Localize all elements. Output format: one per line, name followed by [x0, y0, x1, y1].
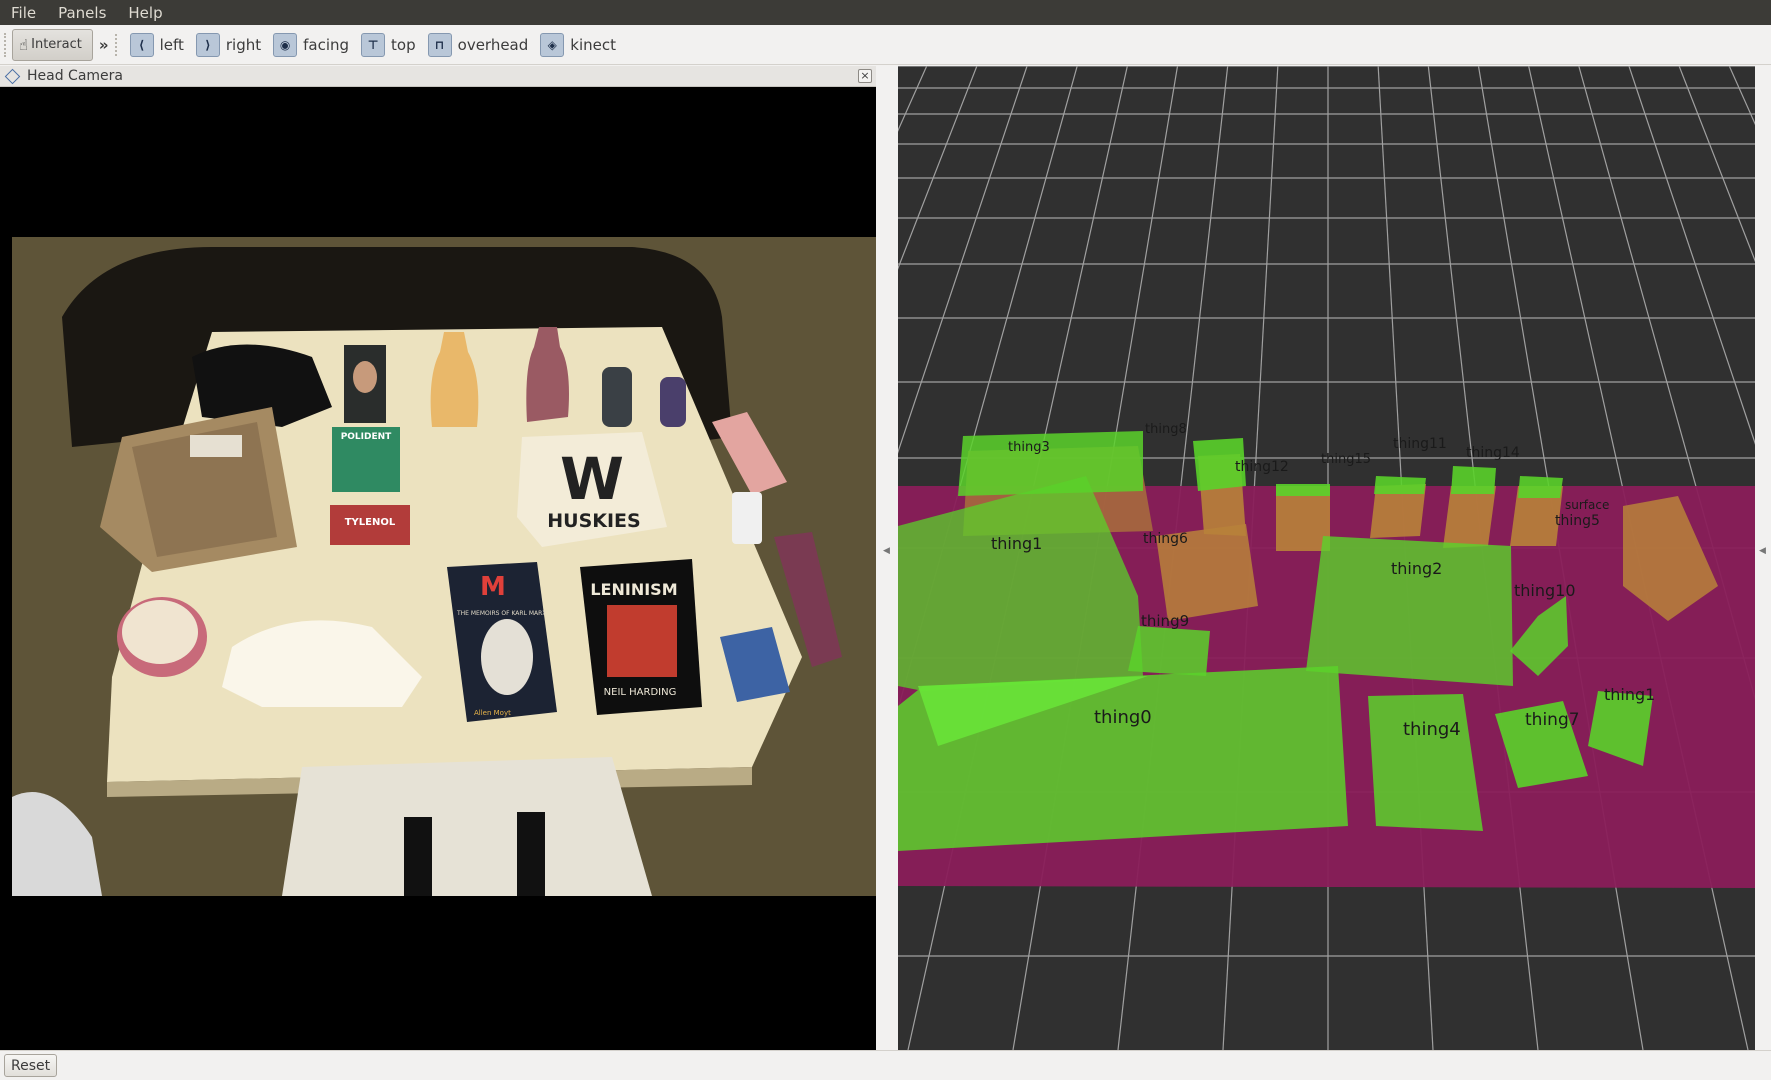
thing12-top — [1276, 484, 1330, 496]
view-kinect-button[interactable]: ◈ kinect — [534, 29, 622, 61]
thing15-top — [1374, 476, 1426, 494]
robot-base — [282, 757, 652, 896]
label-thing1: thing1 — [991, 534, 1042, 553]
overhead-view-icon: ⊓ — [427, 32, 452, 57]
label-thing5: thing5 — [1555, 513, 1600, 529]
bowl-inner — [122, 600, 198, 664]
interact-label: Interact — [31, 37, 82, 52]
view-kinect-label: kinect — [570, 35, 616, 54]
book-leninism-cover — [607, 605, 677, 677]
view-right-label: right — [225, 35, 262, 54]
robot-gripper-left — [404, 817, 432, 896]
book-marx-author: Allen Moyt — [474, 709, 511, 717]
reset-button[interactable]: Reset — [4, 1054, 58, 1077]
toolbar-separator — [114, 33, 118, 56]
label-thing8: thing8 — [1145, 422, 1187, 437]
head-camera-title: Head Camera — [27, 68, 123, 84]
robot-gripper-right — [517, 812, 545, 896]
view-left-label: left — [159, 35, 184, 54]
label-thing9: thing9 — [1141, 612, 1189, 630]
left-view-icon: ⟨ — [129, 32, 154, 57]
view-left-button[interactable]: ⟨ left — [124, 29, 190, 61]
thing4-box — [1368, 694, 1483, 831]
status-bar: Reset — [0, 1050, 1771, 1080]
label-thing2: thing2 — [1391, 559, 1442, 578]
hand-icon: ☝ — [19, 35, 29, 54]
kinect-view-icon: ◈ — [540, 32, 565, 57]
toolbar-grip[interactable] — [4, 32, 7, 57]
right-view-icon: ⟩ — [195, 32, 220, 57]
3d-view[interactable]: thing1 thing3 thing8 thing12 thing15 thi… — [898, 66, 1755, 1050]
interact-button[interactable]: ☝ Interact — [12, 28, 93, 61]
view-overhead-button[interactable]: ⊓ overhead — [422, 29, 535, 61]
box-face — [353, 361, 377, 393]
book-marx-title: M — [480, 572, 506, 602]
label-thing6: thing6 — [1143, 531, 1188, 547]
label-thing12: thing12 — [1235, 459, 1289, 475]
label-thing15: thing15 — [1321, 452, 1371, 467]
close-icon[interactable]: × — [858, 69, 872, 83]
facing-view-icon: ◉ — [273, 32, 298, 57]
label-thing11: thing11 — [1393, 436, 1447, 452]
more-tools-button[interactable]: » — [99, 36, 109, 54]
right-panel-handle[interactable]: ◀ — [1755, 66, 1771, 1050]
camera-image[interactable]: POLIDENT TYLENOL W HUSKIES M THE MEMOIRS… — [12, 237, 876, 896]
thing9-box — [1128, 626, 1210, 676]
box-sticker — [190, 435, 242, 457]
tylenol-label: TYLENOL — [345, 517, 396, 528]
deodorant-2 — [660, 377, 686, 427]
book-leninism-author: NEIL HARDING — [604, 687, 677, 698]
thing14-top — [1518, 476, 1563, 498]
book-marx-subtitle: THE MEMOIRS OF KARL MARX — [456, 610, 546, 617]
view-top-label: top — [391, 35, 416, 54]
view-right-button[interactable]: ⟩ right — [190, 29, 267, 61]
thing11-top — [1451, 466, 1496, 494]
label-surface: surface — [1565, 498, 1609, 512]
camera-scene-svg: POLIDENT TYLENOL W HUSKIES M THE MEMOIRS… — [12, 237, 876, 896]
top-view-icon: ⊤ — [361, 32, 386, 57]
view-facing-label: facing — [303, 35, 350, 54]
view-facing-button[interactable]: ◉ facing — [267, 29, 355, 61]
white-bottle — [732, 492, 762, 544]
polident-label: POLIDENT — [341, 432, 392, 442]
collapse-right-icon[interactable]: ◀ — [1759, 546, 1766, 556]
menu-file[interactable]: File — [0, 4, 47, 22]
panel-splitter[interactable]: ◀ — [876, 66, 898, 1050]
panel-diamond-icon — [4, 68, 21, 84]
menu-help[interactable]: Help — [117, 4, 173, 22]
label-thing4: thing4 — [1403, 719, 1461, 740]
label-thing0: thing0 — [1094, 707, 1152, 728]
menu-bar: File Panels Help — [0, 0, 1771, 25]
book-marx-portrait — [481, 619, 533, 695]
sign-letter: W — [560, 445, 624, 513]
label-thing10: thing10 — [1514, 581, 1576, 600]
label-thing14: thing14 — [1466, 445, 1520, 461]
deodorant-1 — [602, 367, 632, 427]
view-overhead-label: overhead — [457, 35, 529, 54]
toolbar: ☝ Interact » ⟨ left ⟩ right ◉ facing ⊤ t… — [0, 25, 1771, 65]
label-thing13: thing1 — [1604, 685, 1655, 704]
3d-scene-svg: thing1 thing3 thing8 thing12 thing15 thi… — [898, 66, 1755, 1050]
head-camera-panel: Head Camera × POLIDENT TYLENOL W HUSKIES… — [0, 66, 876, 1050]
thing11-box — [1443, 486, 1496, 548]
head-camera-header: Head Camera × — [0, 66, 876, 87]
sign-text: HUSKIES — [547, 510, 640, 532]
collapse-left-icon[interactable]: ◀ — [883, 546, 890, 556]
label-thing7: thing7 — [1525, 710, 1580, 730]
book-leninism-title: LENINISM — [590, 580, 677, 599]
view-top-button[interactable]: ⊤ top — [355, 29, 422, 61]
label-thing3: thing3 — [1008, 440, 1050, 455]
menu-panels[interactable]: Panels — [47, 4, 117, 22]
